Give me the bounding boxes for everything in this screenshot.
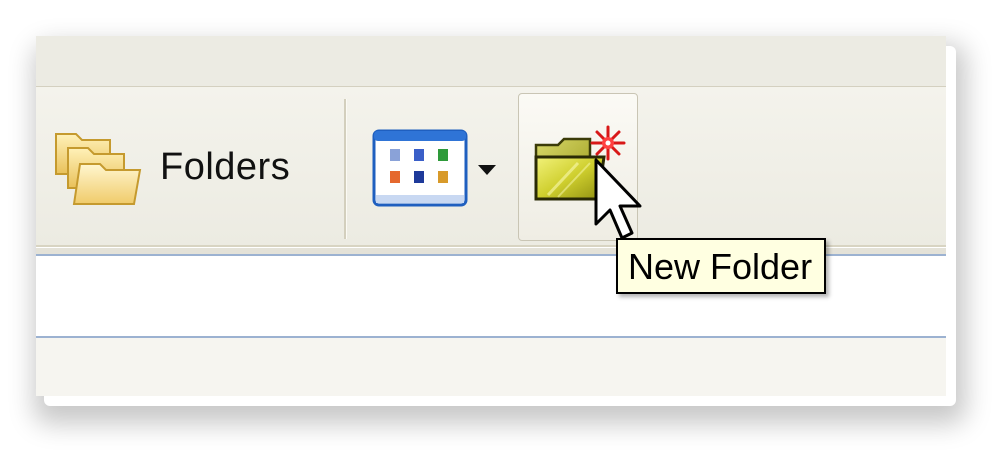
views-dropdown-arrow-icon[interactable] — [478, 165, 496, 175]
folders-button-label: Folders — [160, 145, 291, 188]
views-button[interactable] — [372, 125, 496, 215]
folders-button[interactable]: Folders — [52, 117, 290, 217]
views-grid-icon — [372, 129, 468, 212]
screenshot-stage: Folders New Folder — [0, 0, 1000, 452]
folders-icon — [52, 122, 146, 213]
toolbar: Folders — [36, 87, 946, 247]
content-pane — [36, 338, 946, 396]
menu-bar — [36, 36, 946, 87]
toolbar-separator — [344, 99, 347, 239]
explorer-window: Folders — [36, 36, 946, 396]
new-folder-tooltip: New Folder — [616, 238, 827, 294]
